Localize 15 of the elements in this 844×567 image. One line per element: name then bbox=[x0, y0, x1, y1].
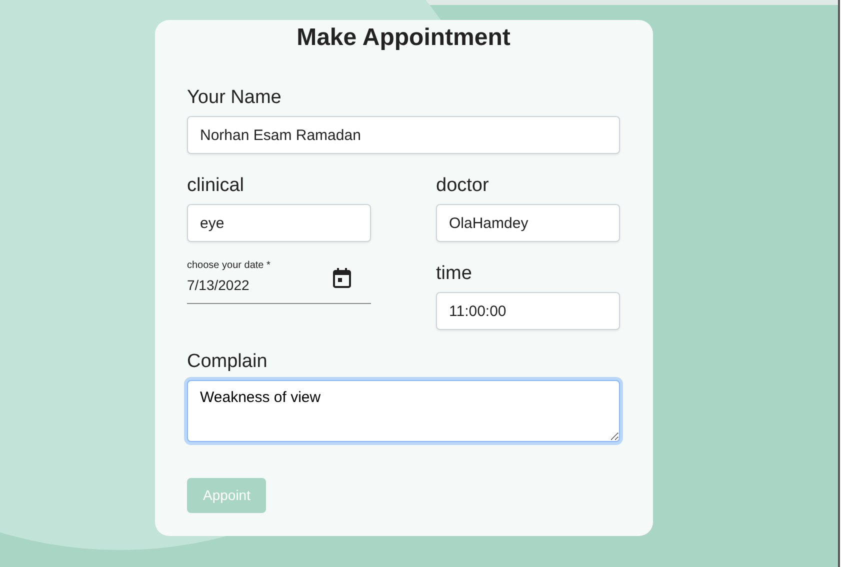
clinical-label: clinical bbox=[187, 174, 244, 198]
time-label: time bbox=[436, 262, 472, 286]
complain-label: Complain bbox=[187, 350, 268, 374]
name-field[interactable]: Norhan Esam Ramadan bbox=[187, 116, 620, 154]
calendar-icon[interactable] bbox=[333, 268, 351, 288]
date-label: choose your date * bbox=[187, 260, 272, 272]
date-value: 7/13/2022 bbox=[187, 276, 250, 295]
form-title: Make Appointment bbox=[296, 23, 512, 53]
doctor-field[interactable]: OlaHamdey bbox=[436, 204, 620, 242]
date-field[interactable]: choose your date * 7/13/2022 bbox=[187, 260, 371, 304]
complain-field[interactable]: Weakness of view bbox=[187, 380, 620, 442]
doctor-label: doctor bbox=[436, 174, 489, 198]
time-field[interactable]: 11:00:00 bbox=[436, 292, 620, 330]
clinical-field[interactable]: eye bbox=[187, 204, 371, 242]
name-label: Your Name bbox=[187, 86, 282, 110]
